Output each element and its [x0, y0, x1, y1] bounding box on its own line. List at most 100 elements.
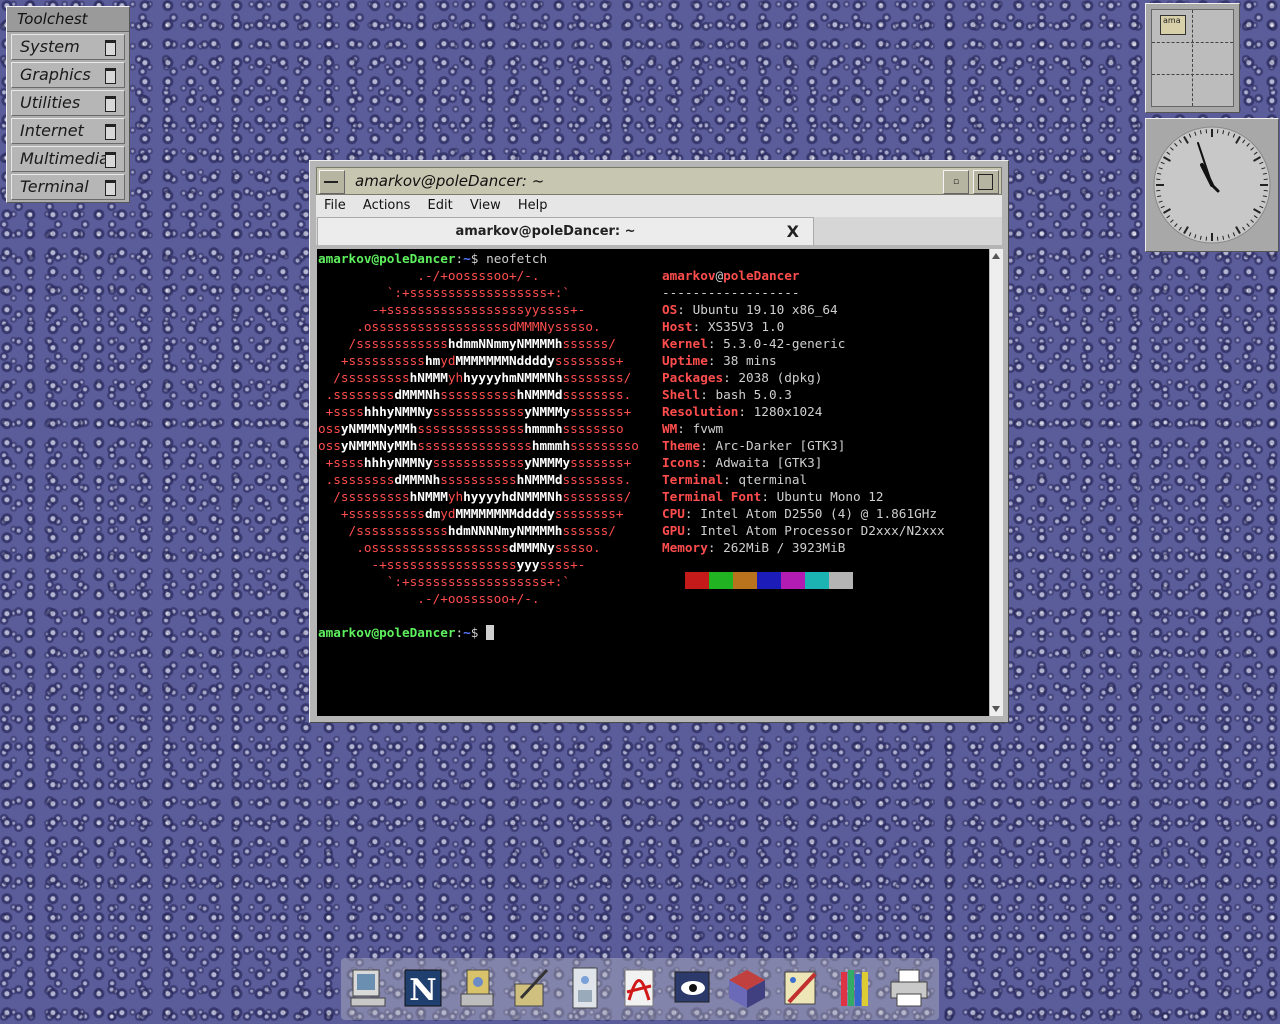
image-viewer-icon[interactable] [669, 964, 717, 1012]
ascii-segment: MMMMMMMMddddy [455, 506, 555, 521]
ascii-segment: hdmNNNNmyNMMMMh [447, 523, 563, 538]
menu-view[interactable]: View [465, 195, 506, 217]
ascii-segment: hNMMMd [516, 472, 563, 487]
info-label: CPU [662, 506, 685, 521]
info-colon: : [700, 387, 716, 402]
window-menu-button[interactable] [319, 170, 345, 194]
info-row: Packages: 2038 (dpkg) [662, 369, 822, 386]
ascii-line: /sssssssssssshdmmNNmmyNMMMMhssssss/ [318, 335, 616, 352]
info-value: bash 5.0.3 [715, 387, 792, 402]
info-row: WM: fvwm [662, 420, 723, 437]
ascii-segment: hdmmNNmmyNMMMMh [447, 336, 563, 351]
pdf-reader-icon[interactable] [615, 964, 663, 1012]
ascii-segment: hmmmh [524, 421, 563, 436]
header-at: @ [715, 268, 724, 283]
submenu-icon [105, 68, 116, 84]
ascii-segment: .ssssssss [318, 387, 395, 402]
ascii-segment: sssso. [554, 540, 601, 555]
vertical-scrollbar[interactable] [989, 249, 1003, 716]
ascii-segment: /sssssssss [318, 370, 410, 385]
info-colon: : [684, 523, 701, 538]
ascii-segment: hNMMM [409, 370, 448, 385]
menu-actions[interactable]: Actions [358, 195, 416, 217]
info-colon: : [700, 455, 716, 470]
ascii-segment: +ssss [318, 404, 364, 419]
pager-desks[interactable]: ama [1151, 9, 1234, 107]
info-row: Icons: Adwaita [GTK3] [662, 454, 822, 471]
ascii-segment: +ssssssssss [318, 353, 425, 368]
ascii-segment: .-/+oossssoo+/-. [318, 268, 540, 283]
info-label: Memory [662, 540, 708, 555]
file-manager-icon[interactable] [453, 964, 501, 1012]
system-monitor-icon[interactable] [561, 964, 609, 1012]
books-icon[interactable] [831, 964, 879, 1012]
paint-icon[interactable] [777, 964, 825, 1012]
info-colon: : [684, 506, 701, 521]
toolchest-item-graphics[interactable]: Graphics [11, 62, 125, 88]
scroll-down-arrow-icon[interactable] [992, 706, 1000, 712]
toolchest-item-multimedia[interactable]: Multimedia [11, 146, 125, 172]
computer-icon[interactable] [345, 964, 393, 1012]
ascii-segment: .ossssssssssssssssssdMMMNysssso. [318, 319, 601, 334]
info-value: qterminal [738, 472, 808, 487]
toolchest-item-label: Multimedia [20, 149, 109, 168]
ascii-segment: MMMMMMMNddddy [455, 353, 555, 368]
menu-label: File [324, 198, 346, 213]
ascii-segment: hm [424, 353, 441, 368]
toolchest-title[interactable]: Toolchest [7, 7, 129, 32]
ascii-segment: ssssss/ [562, 523, 616, 538]
terminal-output[interactable]: amarkov@poleDancer:~$ neofetch .-/+oosss… [317, 249, 989, 716]
desktop-pager[interactable]: ama [1145, 3, 1240, 113]
color-swatch [757, 572, 781, 589]
ascii-segment: sssssss+ [570, 404, 632, 419]
ascii-line: .ssssssssdMMMNhsssssssssshNMMMdssssssss. [318, 386, 632, 403]
ascii-line: -+sssssssssssssssssyyyssss+- [318, 556, 585, 573]
ascii-line: .ossssssssssssssssssdMMMNysssso. [318, 318, 601, 335]
toolchest-item-internet[interactable]: Internet [11, 118, 125, 144]
ascii-segment: yNMMMy [524, 455, 571, 470]
printer-icon[interactable] [885, 964, 933, 1012]
close-tab-icon[interactable]: X [787, 222, 799, 242]
info-colon: : [723, 472, 739, 487]
info-separator: ------------------ [662, 285, 800, 300]
ascii-segment: ssssssssssss [432, 404, 525, 419]
toolchest-item-system[interactable]: System [11, 34, 125, 60]
info-label: WM [662, 421, 678, 436]
toolchest-item-label: System [20, 37, 80, 56]
info-label: GPU [662, 523, 685, 538]
maximize-button[interactable] [973, 170, 999, 194]
window-titlebar[interactable]: amarkov@poleDancer: ~ ▫ [316, 167, 1002, 195]
toolchest-item-utilities[interactable]: Utilities [11, 90, 125, 116]
ascii-segment: /sssssssss [318, 489, 410, 504]
3d-box-icon[interactable] [723, 964, 771, 1012]
info-label: Host [662, 319, 693, 334]
menu-edit[interactable]: Edit [423, 195, 458, 217]
ascii-segment: yNMMMy [524, 404, 571, 419]
ascii-line: +ssssssssssdmydMMMMMMMMddddyssssssss+ [318, 505, 624, 522]
tab-terminal[interactable]: amarkov@poleDancer: ~ X [317, 217, 814, 245]
toolchest-item-terminal[interactable]: Terminal [11, 174, 125, 200]
info-row: Uptime: 38 mins [662, 352, 777, 369]
ascii-segment: yyy [516, 557, 540, 572]
info-colon: : [761, 489, 777, 504]
submenu-icon [105, 124, 116, 140]
toolchest-item-label: Utilities [20, 93, 81, 112]
netscape-icon[interactable]: N [399, 964, 447, 1012]
ascii-line: +sssssssssshmydMMMMMMMNddddyssssssss+ [318, 352, 624, 369]
info-label: Theme [662, 438, 701, 453]
ascii-segment: oss [318, 421, 341, 436]
ascii-segment: hhhyNMMNy [363, 404, 433, 419]
text-editor-icon[interactable] [507, 964, 555, 1012]
menu-file[interactable]: File [319, 195, 351, 217]
menu-help[interactable]: Help [513, 195, 553, 217]
clock-widget [1145, 118, 1279, 252]
minimize-button[interactable]: ▫ [943, 170, 969, 194]
ascii-segment: ssssssssss [440, 472, 517, 487]
ascii-segment: /ssssssssssss [318, 336, 448, 351]
toolchest: Toolchest System Graphics Utilities Inte… [6, 6, 130, 203]
prompt-separator: : [455, 251, 464, 266]
pager-window-thumbnail[interactable]: ama [1160, 15, 1186, 35]
prompt-line: amarkov@poleDancer:~$ [318, 624, 495, 641]
scroll-up-arrow-icon[interactable] [992, 253, 1000, 259]
info-row: CPU: Intel Atom D2550 (4) @ 1.861GHz [662, 505, 937, 522]
